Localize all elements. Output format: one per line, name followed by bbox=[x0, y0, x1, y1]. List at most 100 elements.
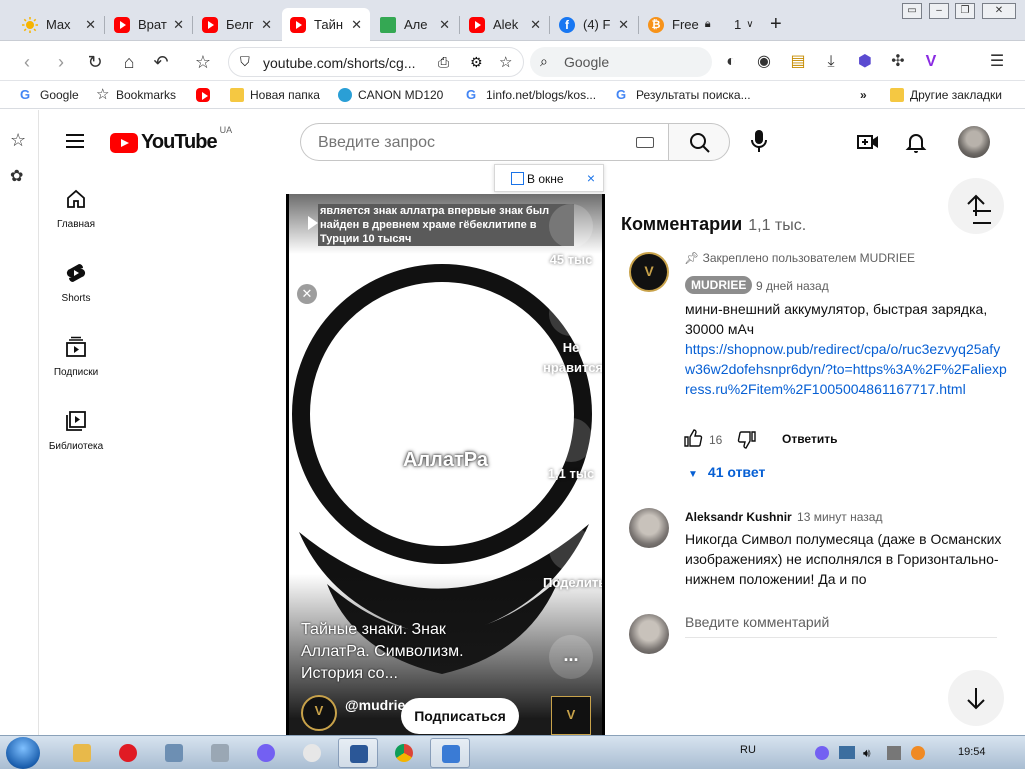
add-comment-input[interactable]: Введите комментарий bbox=[685, 614, 997, 638]
reply-button[interactable]: Ответить bbox=[782, 432, 837, 446]
nav-item-shorts[interactable]: Shorts bbox=[40, 248, 112, 322]
search-button[interactable] bbox=[668, 123, 730, 161]
create-video-button[interactable] bbox=[856, 130, 880, 154]
viber-tray-icon[interactable] bbox=[815, 746, 829, 760]
comment-author-badge[interactable]: MUDRIEE bbox=[685, 276, 753, 294]
home-button[interactable]: ⌂ bbox=[118, 51, 140, 73]
adblock-icon[interactable]: ⬢ bbox=[856, 53, 874, 71]
tab-alek[interactable]: Alek ✕ bbox=[461, 8, 549, 41]
comments-button[interactable]: 1,1 тыс bbox=[543, 418, 599, 484]
more-options-button[interactable]: ... bbox=[543, 635, 599, 681]
like-button[interactable]: 45 тыс bbox=[543, 204, 599, 270]
bookmark-search-results[interactable]: G Результаты поиска... bbox=[616, 88, 751, 103]
search-input[interactable]: Введите запрос bbox=[300, 123, 668, 161]
forward-button[interactable]: › bbox=[50, 51, 72, 73]
close-icon[interactable]: ✕ bbox=[261, 17, 272, 33]
tab-tain-active[interactable]: Тайн ✕ bbox=[282, 8, 370, 41]
star-icon[interactable]: ☆ bbox=[10, 130, 26, 151]
close-icon[interactable]: ✕ bbox=[85, 17, 96, 33]
close-icon[interactable]: × bbox=[587, 170, 595, 186]
subscribe-button[interactable]: Подписаться bbox=[401, 698, 519, 734]
comment-author-avatar[interactable] bbox=[629, 252, 669, 292]
other-bookmarks-folder[interactable]: Другие закладки bbox=[890, 88, 1002, 102]
taskbar-chrome[interactable] bbox=[384, 738, 424, 768]
taskbar-viber[interactable] bbox=[246, 738, 286, 768]
minimize-button[interactable]: – bbox=[929, 3, 949, 19]
translate-icon[interactable]: ⚙ bbox=[470, 54, 483, 71]
window-menu-button[interactable]: ▭ bbox=[902, 3, 922, 19]
close-icon[interactable]: ✕ bbox=[173, 17, 184, 33]
bookmark-bookmarks[interactable]: ☆ Bookmarks bbox=[96, 87, 176, 102]
sound-thumbnail[interactable] bbox=[551, 696, 591, 735]
ai-assistant-icon[interactable]: ✿ bbox=[10, 166, 23, 186]
youtube-logo[interactable]: YouTube UA bbox=[110, 125, 232, 154]
comment-dislike-button[interactable] bbox=[737, 430, 757, 453]
close-window-button[interactable]: ✕ bbox=[982, 3, 1016, 19]
start-button[interactable] bbox=[6, 737, 40, 769]
nav-item-library[interactable]: Библиотека bbox=[40, 396, 112, 470]
taskbar-opera[interactable] bbox=[108, 738, 148, 768]
comment-author[interactable]: Aleksandr Kushnir bbox=[685, 510, 792, 524]
voice-search-button[interactable] bbox=[746, 126, 772, 156]
download-icon[interactable]: ⤓ bbox=[822, 53, 840, 71]
hamburger-menu-icon[interactable] bbox=[66, 134, 84, 148]
add-bookmark-icon[interactable]: ☆ bbox=[499, 53, 512, 71]
bookmark-youtube[interactable] bbox=[196, 88, 216, 102]
menu-icon[interactable]: ☰ bbox=[988, 53, 1006, 71]
tab-max[interactable]: Max ✕ bbox=[14, 8, 104, 41]
tab-ale[interactable]: Але ✕ bbox=[372, 8, 458, 41]
close-icon[interactable]: ✕ bbox=[618, 17, 629, 33]
previous-video-button[interactable] bbox=[948, 178, 1004, 234]
taskbar-yandex[interactable] bbox=[292, 738, 332, 768]
close-icon[interactable]: ✕ bbox=[530, 17, 541, 33]
undo-button[interactable]: ↶ bbox=[150, 51, 172, 73]
maximize-button[interactable]: ❐ bbox=[955, 3, 975, 19]
screenshot-icon[interactable]: ◉ bbox=[755, 53, 773, 71]
taskbar-paint[interactable] bbox=[200, 738, 240, 768]
extensions-icon[interactable]: ✣ bbox=[889, 53, 907, 71]
nav-item-home[interactable]: Главная bbox=[40, 174, 112, 248]
tab-vrat[interactable]: Врат ✕ bbox=[106, 8, 192, 41]
taskbar-active-browser[interactable] bbox=[430, 738, 470, 768]
language-indicator[interactable]: RU bbox=[740, 744, 756, 756]
comment-time[interactable]: 9 дней назад bbox=[756, 279, 829, 293]
close-icon[interactable]: ✕ bbox=[351, 17, 362, 33]
channel-handle[interactable]: @mudriee bbox=[345, 696, 413, 714]
vivaldi-icon[interactable]: V bbox=[922, 53, 940, 71]
reload-button[interactable]: ↻ bbox=[84, 51, 106, 73]
nav-item-subscriptions[interactable]: Подписки bbox=[40, 322, 112, 396]
account-avatar[interactable] bbox=[958, 126, 990, 158]
comment-author-avatar[interactable] bbox=[629, 508, 669, 548]
tray-app-icon[interactable] bbox=[911, 746, 925, 760]
address-bar[interactable]: ⛉ youtube.com/shorts/cg... ⎙ ⚙ ☆ bbox=[228, 47, 524, 77]
close-icon[interactable]: ✕ bbox=[439, 17, 450, 33]
save-page-icon[interactable]: ⎙ bbox=[438, 54, 449, 71]
bookmarks-overflow-button[interactable]: » bbox=[860, 88, 867, 102]
comment-like-button[interactable] bbox=[683, 428, 703, 451]
dislike-button[interactable]: Не нравится bbox=[543, 292, 602, 378]
sort-comments-icon[interactable] bbox=[973, 210, 991, 224]
play-icon[interactable] bbox=[308, 216, 318, 230]
taskbar-explorer[interactable] bbox=[62, 738, 102, 768]
new-tab-button[interactable]: + bbox=[762, 8, 790, 41]
bookmark-star-button[interactable]: ☆ bbox=[192, 51, 214, 73]
taskbar-network[interactable] bbox=[154, 738, 194, 768]
dark-mode-icon[interactable]: ◐ bbox=[722, 53, 740, 71]
comment-time[interactable]: 13 минут назад bbox=[797, 510, 882, 524]
bookmark-canon[interactable]: CANON MD120 bbox=[338, 88, 443, 102]
keyboard-icon[interactable] bbox=[636, 137, 654, 148]
volume-icon[interactable]: 🔊︎ bbox=[863, 746, 871, 761]
tab-free[interactable]: ₿ Free 🔒︎ bbox=[640, 8, 726, 41]
short-title[interactable]: Тайные знаки. Знак АллатРа. Символизм. И… bbox=[301, 619, 501, 685]
comment-link[interactable]: https://shopnow.pub/redirect/cpa/o/ruc3e… bbox=[685, 339, 1010, 399]
bookmark-1info[interactable]: G 1info.net/blogs/kos... bbox=[466, 88, 596, 103]
taskbar-word[interactable] bbox=[338, 738, 378, 768]
bookmark-google[interactable]: G Google bbox=[20, 88, 79, 103]
search-engine-box[interactable]: ⌕ Google bbox=[530, 47, 712, 77]
tab-facebook[interactable]: f (4) F ✕ bbox=[551, 8, 637, 41]
network-tray-icon[interactable] bbox=[839, 746, 855, 759]
tab-overflow-dropdown[interactable]: 1 ∨ bbox=[726, 8, 760, 41]
popout-video-tooltip[interactable]: В окне × bbox=[494, 164, 604, 192]
next-video-button[interactable] bbox=[948, 670, 1004, 726]
bookmark-new-folder[interactable]: Новая папка bbox=[230, 88, 320, 102]
